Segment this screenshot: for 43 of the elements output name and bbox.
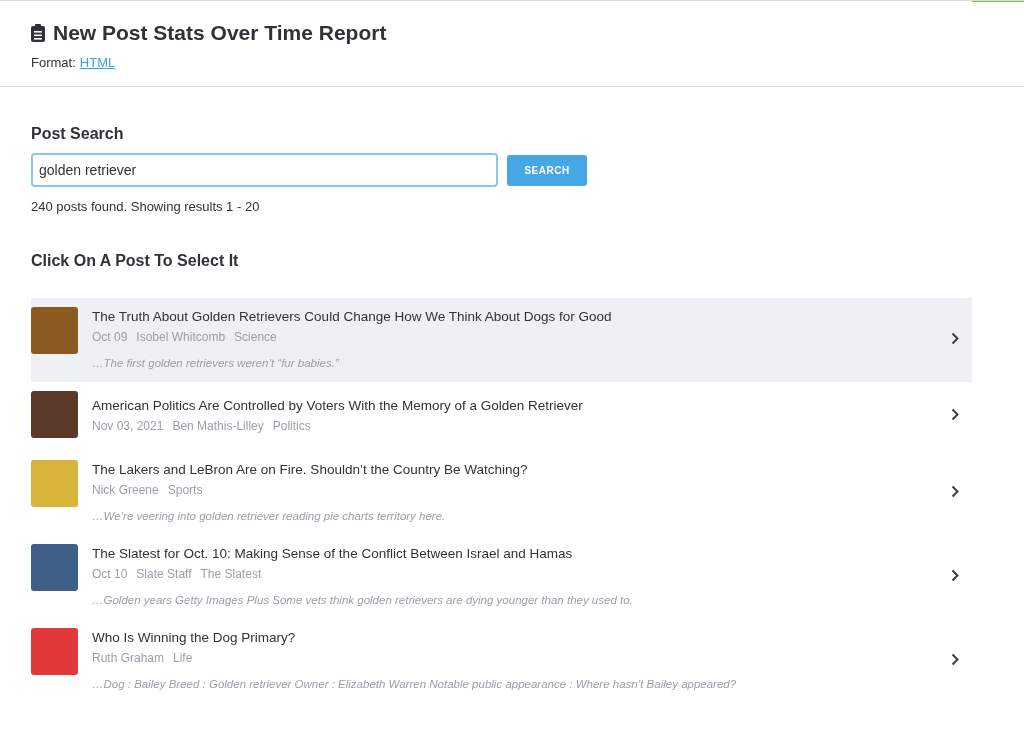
post-meta: Isobel Whitcomb bbox=[136, 330, 226, 344]
post-row[interactable]: The Truth About Golden Retrievers Could Change How We Think About Dogs for Good Oct 09 Isobel Whitcomb Science …The first golden retrievers weren’t “fur babies.” bbox=[31, 298, 972, 382]
post-meta: Sports bbox=[167, 483, 203, 497]
post-meta: Oct 09 bbox=[92, 330, 128, 344]
photo-placeholder bbox=[31, 544, 78, 591]
post-row[interactable]: Who Is Winning the Dog Primary? Ruth Graham Life …Dog : Bailey Breed : Golden retriever Owner : Elizabeth Warren Notable public appearance : Where hasn’t Bailey appeared? bbox=[31, 619, 972, 703]
post-title: The Truth About Golden Retrievers Could Change How We Think About Dogs for Good bbox=[92, 308, 613, 326]
photo-placeholder bbox=[31, 391, 78, 438]
post-title: The Slatest for Oct. 10: Making Sense of the Conflict Between Israel and Hamas bbox=[92, 545, 574, 563]
post-meta: Life bbox=[173, 651, 193, 665]
chevron-right-icon bbox=[951, 484, 959, 498]
result-summary: 240 posts found. Showing results 1 - 20 bbox=[31, 199, 261, 214]
post-meta: The Slatest bbox=[200, 567, 262, 581]
post-row[interactable]: The Lakers and LeBron Are on Fire. Shouldn’t the Country Be Watching? Nick Greene Sports …We’re veering into golden retriever reading pie charts territory here. bbox=[31, 451, 972, 535]
report-title: New Post Stats Over Time Report bbox=[53, 21, 387, 45]
photo-placeholder bbox=[31, 307, 78, 354]
post-meta: Slate Staff bbox=[136, 567, 192, 581]
post-row[interactable]: American Politics Are Controlled by Voters With the Memory of a Golden Retriever Nov 03, 2021 Ben Mathis-Lilley Politics bbox=[31, 382, 972, 451]
search-field[interactable]: golden retriever bbox=[31, 153, 498, 187]
format-label: Format: bbox=[31, 55, 76, 70]
section-heading: Click On A Post To Select It bbox=[31, 251, 240, 270]
post-meta: Science bbox=[234, 330, 277, 344]
post-snippet: …Golden years Getty Images Plus Some vets think golden retrievers are dying younger than they used to. bbox=[92, 594, 634, 606]
chevron-right-icon bbox=[951, 568, 959, 582]
post-title: American Politics Are Controlled by Voters With the Memory of a Golden Retriever bbox=[92, 397, 584, 415]
post-meta: Ben Mathis-Lilley bbox=[172, 419, 264, 433]
chevron-right-icon bbox=[951, 408, 959, 421]
post-meta: Oct 10 bbox=[92, 567, 128, 581]
post-title: The Lakers and LeBron Are on Fire. Shouldn’t the Country Be Watching? bbox=[92, 461, 529, 479]
photo-placeholder bbox=[31, 460, 78, 507]
post-meta: Ruth Graham bbox=[92, 651, 165, 665]
post-meta: Politics bbox=[272, 419, 311, 433]
post-snippet: …We’re veering into golden retriever reading pie charts territory here. bbox=[92, 510, 447, 522]
post-meta: Nov 03, 2021 bbox=[92, 419, 164, 433]
photo-placeholder bbox=[31, 628, 78, 675]
post-meta: Nick Greene bbox=[92, 483, 159, 497]
chevron-right-icon bbox=[951, 652, 959, 666]
chevron-right-icon bbox=[951, 331, 959, 345]
section-heading: Post Search bbox=[31, 124, 125, 143]
post-title: Who Is Winning the Dog Primary? bbox=[92, 629, 297, 647]
post-snippet: …The first golden retrievers weren’t “fur babies.” bbox=[92, 357, 340, 369]
post-snippet: …Dog : Bailey Breed : Golden retriever Owner : Elizabeth Warren Notable public appearance : Where hasn’t Bailey appeared? bbox=[92, 678, 738, 690]
clipboard-icon bbox=[31, 24, 45, 42]
